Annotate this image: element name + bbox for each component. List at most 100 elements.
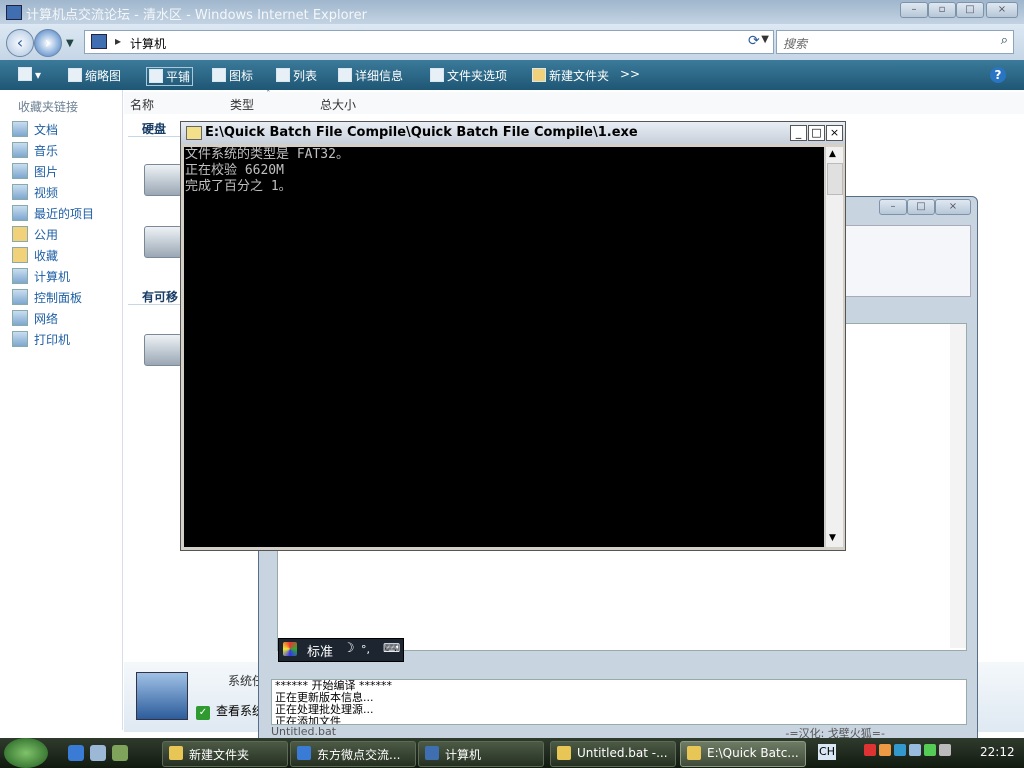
folder-options-button[interactable]: 文件夹选项 xyxy=(430,67,507,84)
ime-keyboard-icon[interactable]: ⌨ xyxy=(383,641,400,655)
restore-button[interactable]: ▫ xyxy=(928,2,956,18)
scroll-down-arrow-icon[interactable]: ▼ xyxy=(829,533,836,543)
favorite-public[interactable]: 公用 xyxy=(12,226,58,243)
favorite-documents[interactable]: 文档 xyxy=(12,121,58,138)
task-label: E:\Quick Batc... xyxy=(707,746,799,760)
qb-maximize-button[interactable]: □ xyxy=(907,199,935,215)
network-icon xyxy=(12,310,28,326)
network-icon[interactable] xyxy=(894,744,906,756)
ime-toolbar[interactable]: 标准 ☽ °, ⌨ xyxy=(278,638,404,662)
address-input[interactable]: ▸ 计算机 ▼ xyxy=(84,30,774,54)
favorite-control-panel[interactable]: 控制面板 xyxy=(12,289,82,306)
favorite-label: 视频 xyxy=(34,186,59,200)
group-hard-disks: 硬盘 xyxy=(142,122,167,136)
back-button[interactable]: ‹ xyxy=(6,29,34,57)
icons-button[interactable]: 图标 xyxy=(212,67,253,84)
recent-pages-chevron-icon[interactable]: ▼ xyxy=(66,38,74,49)
sort-ascending-icon: ˆ xyxy=(266,90,271,100)
scroll-up-arrow-icon[interactable]: ▲ xyxy=(829,149,836,159)
task-new-folder[interactable]: 新建文件夹 xyxy=(162,741,288,767)
console-output[interactable]: 文件系统的类型是 FAT32。 正在校验 6620M 完成了百分之 1。 xyxy=(184,147,824,547)
favorite-computer[interactable]: 计算机 xyxy=(12,268,70,285)
address-dropdown-icon[interactable]: ▼ xyxy=(761,34,769,45)
refresh-icon[interactable]: ⟳ xyxy=(748,33,760,49)
forward-button[interactable]: › xyxy=(34,29,62,57)
favorite-recent[interactable]: 最近的项目 xyxy=(12,205,94,222)
scroll-thumb[interactable] xyxy=(827,163,843,195)
group-removable: 有可移 xyxy=(142,290,179,304)
console-line: 文件系统的类型是 FAT32。 xyxy=(185,147,349,162)
view-system-link[interactable]: ✓ 查看系统 xyxy=(196,702,264,720)
new-folder-button[interactable]: 新建文件夹 xyxy=(532,67,609,84)
task-label: 计算机 xyxy=(445,748,482,762)
ime-punctuation-icon[interactable]: °, xyxy=(361,643,370,656)
switch-windows-icon[interactable] xyxy=(112,745,128,761)
list-icon xyxy=(276,68,290,82)
hard-drive-d-icon[interactable] xyxy=(144,226,182,258)
thumbnails-button[interactable]: 缩略图 xyxy=(68,67,121,84)
favorite-music[interactable]: 音乐 xyxy=(12,142,58,159)
ime-logo-icon[interactable] xyxy=(283,642,297,656)
hard-drive-c-icon[interactable] xyxy=(144,164,182,196)
tray-more-icon[interactable] xyxy=(939,744,951,756)
favorite-favorites[interactable]: 收藏 xyxy=(12,247,58,264)
search-icon[interactable]: ⌕ xyxy=(1001,33,1008,48)
qb-editor-scrollbar[interactable] xyxy=(950,324,966,648)
console-scrollbar[interactable]: ▲ ▼ xyxy=(825,147,843,547)
security-shield-icon[interactable] xyxy=(864,744,876,756)
minimize-button[interactable]: – xyxy=(900,2,928,18)
ime-half-width-icon[interactable]: ☽ xyxy=(343,641,355,656)
console-line: 完成了百分之 1。 xyxy=(185,179,292,194)
clock[interactable]: 22:12 xyxy=(980,745,1015,759)
removable-drive-icon[interactable] xyxy=(144,334,182,366)
explorer-title-bar[interactable]: 计算机点交流论坛 - 清水区 - Windows Internet Explor… xyxy=(0,0,1024,24)
console-maximize-button[interactable]: □ xyxy=(808,125,825,141)
volume-icon[interactable] xyxy=(909,744,921,756)
search-input[interactable]: 搜索 ⌕ xyxy=(776,30,1014,54)
favorite-label: 控制面板 xyxy=(34,291,83,305)
favorite-printers[interactable]: 打印机 xyxy=(12,331,70,348)
qq-icon[interactable] xyxy=(879,744,891,756)
log-line: 正在处理批处理源... xyxy=(275,703,374,716)
tiles-button[interactable]: 平铺 xyxy=(146,67,194,86)
qb-minimize-button[interactable]: – xyxy=(879,199,907,215)
new-folder-label: 新建文件夹 xyxy=(549,69,610,83)
list-button[interactable]: 列表 xyxy=(276,67,317,84)
task-console[interactable]: E:\Quick Batc... xyxy=(680,741,806,767)
console-line: 正在校验 6620M xyxy=(185,163,284,178)
start-button[interactable] xyxy=(4,738,48,768)
maximize-button[interactable]: □ xyxy=(956,2,984,18)
checkmark-icon: ✓ xyxy=(196,706,210,720)
task-forum[interactable]: 东方微点交流... xyxy=(290,741,416,767)
organize-button[interactable]: ▾ xyxy=(18,67,41,82)
help-icon[interactable]: ? xyxy=(990,67,1006,83)
navigation-pane: 收藏夹链接 文档 音乐 图片 视频 最近的项目 公用 收藏 计算机 控制面板 网… xyxy=(0,90,123,730)
show-desktop-icon[interactable] xyxy=(90,745,106,761)
favorite-label: 网络 xyxy=(34,312,59,326)
tray-app-icon[interactable] xyxy=(924,744,936,756)
task-untitled-bat[interactable]: Untitled.bat -... xyxy=(550,741,676,767)
column-total-size[interactable]: 总大小 xyxy=(320,96,356,113)
close-button[interactable]: × xyxy=(986,2,1018,18)
column-type[interactable]: 类型 xyxy=(230,96,254,113)
folder-icon xyxy=(169,746,183,760)
computer-icon xyxy=(91,34,107,49)
favorite-network[interactable]: 网络 xyxy=(12,310,58,327)
computer-icon xyxy=(425,746,439,760)
column-name[interactable]: 名称 xyxy=(130,96,154,113)
ie-quicklaunch-icon[interactable] xyxy=(68,745,84,761)
console-title-bar[interactable]: E:\Quick Batch File Compile\Quick Batch … xyxy=(181,122,845,144)
task-label: 新建文件夹 xyxy=(189,748,250,762)
qb-close-button[interactable]: × xyxy=(935,199,971,215)
favorite-label: 收藏 xyxy=(34,249,59,263)
console-close-button[interactable]: × xyxy=(826,125,843,141)
language-indicator[interactable]: CH xyxy=(818,744,836,760)
favorite-videos[interactable]: 视频 xyxy=(12,184,58,201)
recent-icon xyxy=(12,205,28,221)
favorite-pictures[interactable]: 图片 xyxy=(12,163,58,180)
toolbar-more-button[interactable]: >> xyxy=(620,67,640,81)
task-computer[interactable]: 计算机 xyxy=(418,741,544,767)
ime-mode-label[interactable]: 标准 xyxy=(307,641,333,660)
console-minimize-button[interactable]: _ xyxy=(790,125,807,141)
details-button[interactable]: 详细信息 xyxy=(338,67,403,84)
